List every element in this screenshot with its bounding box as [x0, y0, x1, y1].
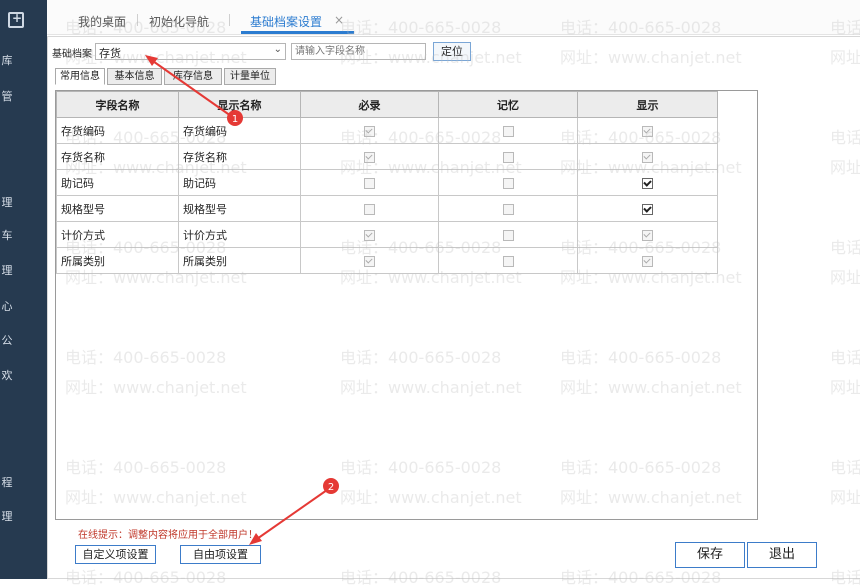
- annotation-layer: 1 2: [145, 55, 339, 545]
- annotation-arrow-1: 1: [145, 55, 243, 126]
- annotation-arrow-2: 2: [249, 478, 339, 545]
- annotation-badge-2: 2: [328, 482, 334, 493]
- annotation-badge-1: 1: [232, 114, 238, 125]
